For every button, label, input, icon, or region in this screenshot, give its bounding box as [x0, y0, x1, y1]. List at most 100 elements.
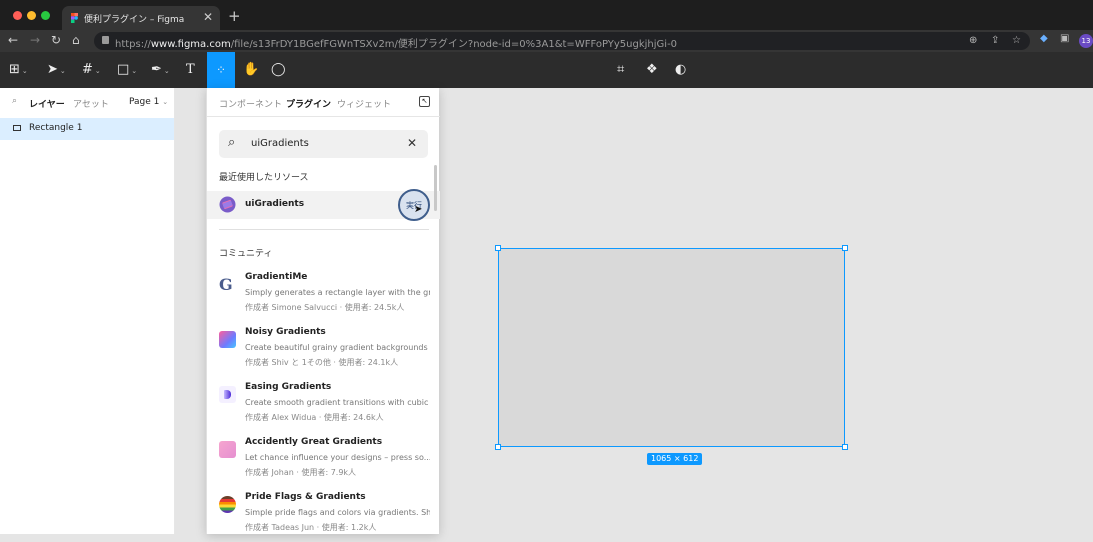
frame-icon: #: [82, 62, 93, 77]
close-window-button[interactable]: [13, 11, 22, 20]
pen-tool-button[interactable]: ✒ ⌄: [151, 52, 170, 88]
plugin-description: Let chance influence your designs – pres…: [245, 453, 430, 462]
figma-toolbar: ⊞ ⌄ ➤ ⌄ # ⌄ □ ⌄ ✒ ⌄ T ⁘ ✋ ◯ ⌗ ❖ ◐: [0, 52, 1093, 88]
recent-plugin-item[interactable]: uiGradients 実行 ➤: [207, 189, 440, 221]
frame-selection-button[interactable]: ⌗: [617, 52, 624, 88]
browser-tab[interactable]: 便利プラグイン – Figma ✕: [62, 6, 220, 30]
comment-icon: ◯: [271, 62, 286, 77]
bookmark-star-icon[interactable]: ☆: [1012, 35, 1021, 46]
pen-icon: ✒: [151, 62, 162, 77]
maximize-window-button[interactable]: [41, 11, 50, 20]
hand-tool-button[interactable]: ✋: [243, 52, 259, 88]
plugin-author: 作成者 Tadeas Jun · 使用者: 1.2k人: [245, 523, 377, 532]
scrollbar[interactable]: [434, 165, 437, 211]
plugin-description: Simple pride flags and colors via gradie…: [245, 508, 430, 517]
forward-icon[interactable]: →: [30, 33, 40, 47]
plugin-name: Easing Gradients: [245, 382, 332, 392]
rectangle-icon: □: [117, 62, 130, 77]
resize-handle[interactable]: [842, 245, 848, 251]
figma-favicon-icon: [71, 13, 78, 23]
text-tool-button[interactable]: T: [186, 52, 195, 88]
contrast-icon: ◐: [675, 62, 687, 77]
address-bar[interactable]: https://www.figma.com/file/s13FrDY1BGefF…: [94, 32, 1030, 50]
plugin-name: Accidently Great Gradients: [245, 437, 383, 447]
hand-icon: ✋: [243, 62, 260, 77]
clear-search-icon[interactable]: ✕: [407, 136, 417, 150]
main-menu-button[interactable]: ⊞ ⌄: [9, 52, 28, 88]
plugin-item-accidently-great-gradients[interactable]: Accidently Great Gradients Let chance in…: [207, 435, 440, 487]
gradientime-plugin-icon: G: [219, 276, 236, 293]
plugin-author: 作成者 Alex Widua · 使用者: 24.6k人: [245, 413, 384, 422]
resize-handle[interactable]: [842, 444, 848, 450]
resources-popup: コンポーネント プラグイン ウィジェット ↖ ⌕ uiGradients ✕ 最…: [206, 88, 440, 534]
plugin-item-noisy-gradients[interactable]: Noisy Gradients Create beautiful grainy …: [207, 325, 440, 377]
plugin-name: Noisy Gradients: [245, 327, 326, 337]
resize-handle[interactable]: [495, 245, 501, 251]
extension-icon[interactable]: ◆: [1040, 33, 1048, 44]
tab-close-icon[interactable]: ✕: [203, 10, 213, 24]
plugin-item-gradientime[interactable]: G GradientiMe Simply generates a rectang…: [207, 270, 440, 322]
mouse-pointer-icon: ➤: [414, 204, 423, 215]
plugin-description: Create smooth gradient transitions with …: [245, 398, 430, 407]
cursor-icon: ➤: [47, 62, 58, 77]
extensions-puzzle-icon[interactable]: ▣: [1060, 33, 1069, 44]
new-tab-button[interactable]: +: [228, 7, 241, 25]
recent-plugin-name: uiGradients: [245, 199, 305, 209]
lock-icon: [102, 36, 109, 44]
resources-grid-icon: ⁘: [215, 63, 227, 77]
search-value: uiGradients: [251, 138, 309, 149]
browser-toolbar: ← → ↻ ⌂ https://www.figma.com/file/s13Fr…: [0, 30, 1093, 52]
comment-tool-button[interactable]: ◯: [271, 52, 286, 88]
plugin-search-input[interactable]: ⌕ uiGradients ✕: [219, 130, 428, 158]
page-selector[interactable]: Page 1 ⌄: [129, 97, 168, 107]
move-tool-button[interactable]: ➤ ⌄: [47, 52, 66, 88]
layers-panel: ⌕ レイヤー アセット Page 1 ⌄ Rectangle 1: [0, 88, 175, 534]
selected-rectangle[interactable]: [498, 248, 845, 447]
open-in-community-icon[interactable]: ↖: [419, 96, 430, 107]
component-button[interactable]: ❖: [646, 52, 658, 88]
profile-avatar[interactable]: 13: [1079, 34, 1093, 48]
plugin-item-easing-gradients[interactable]: Easing Gradients Create smooth gradient …: [207, 380, 440, 432]
plugin-name: Pride Flags & Gradients: [245, 492, 366, 502]
tab-components[interactable]: コンポーネント: [219, 97, 282, 110]
layer-name: Rectangle 1: [29, 123, 83, 133]
reload-icon[interactable]: ↻: [51, 33, 61, 47]
panel-tabs: ⌕ レイヤー アセット Page 1 ⌄: [0, 88, 175, 116]
back-icon[interactable]: ←: [8, 33, 18, 47]
search-icon: ⌕: [228, 135, 236, 150]
easing-gradients-plugin-icon: [219, 386, 236, 403]
url-text: https://www.figma.com/file/s13FrDY1BGefF…: [115, 39, 678, 50]
plugin-item-pride-flags[interactable]: Pride Flags & Gradients Simple pride fla…: [207, 490, 440, 542]
plugin-description: Create beautiful grainy gradient backgro…: [245, 343, 428, 352]
pride-flags-plugin-icon: [219, 496, 236, 513]
share-icon[interactable]: ⇪: [991, 35, 999, 46]
resources-tool-button[interactable]: ⁘: [207, 52, 235, 88]
plugin-description: Simply generates a rectangle layer with …: [245, 288, 430, 297]
resources-tabs: コンポーネント プラグイン ウィジェット ↖: [207, 88, 440, 116]
tab-assets[interactable]: アセット: [73, 97, 109, 110]
dimensions-badge: 1065 × 612: [647, 453, 703, 465]
shape-tool-button[interactable]: □ ⌄: [117, 52, 137, 88]
plugin-author: 作成者 Shiv と 1その他 · 使用者: 24.1k人: [245, 358, 399, 367]
run-button[interactable]: 実行 ➤: [398, 189, 430, 221]
layer-row[interactable]: Rectangle 1: [0, 118, 174, 140]
search-layers-icon[interactable]: ⌕: [12, 96, 17, 106]
uigradients-plugin-icon: [219, 196, 236, 213]
minimize-window-button[interactable]: [27, 11, 36, 20]
browser-titlebar: 便利プラグイン – Figma ✕ +: [0, 0, 1093, 30]
tab-widgets[interactable]: ウィジェット: [337, 97, 391, 110]
plugin-author: 作成者 Simone Salvucci · 使用者: 24.5k人: [245, 303, 405, 312]
frame-tool-button[interactable]: # ⌄: [82, 52, 101, 88]
tab-title: 便利プラグイン – Figma: [84, 15, 185, 25]
tab-layers[interactable]: レイヤー: [29, 97, 65, 110]
zoom-icon[interactable]: ⊕: [969, 35, 977, 46]
divider: [219, 229, 429, 230]
recent-heading: 最近使用したリソース: [219, 173, 309, 183]
plugin-name: GradientiMe: [245, 272, 308, 282]
resize-handle[interactable]: [495, 444, 501, 450]
plugin-author: 作成者 Johan · 使用者: 7.9k人: [245, 468, 357, 477]
tab-plugins[interactable]: プラグイン: [286, 97, 331, 110]
home-icon[interactable]: ⌂: [72, 33, 80, 47]
contrast-button[interactable]: ◐: [675, 52, 686, 88]
community-heading: コミュニティ: [219, 249, 273, 259]
